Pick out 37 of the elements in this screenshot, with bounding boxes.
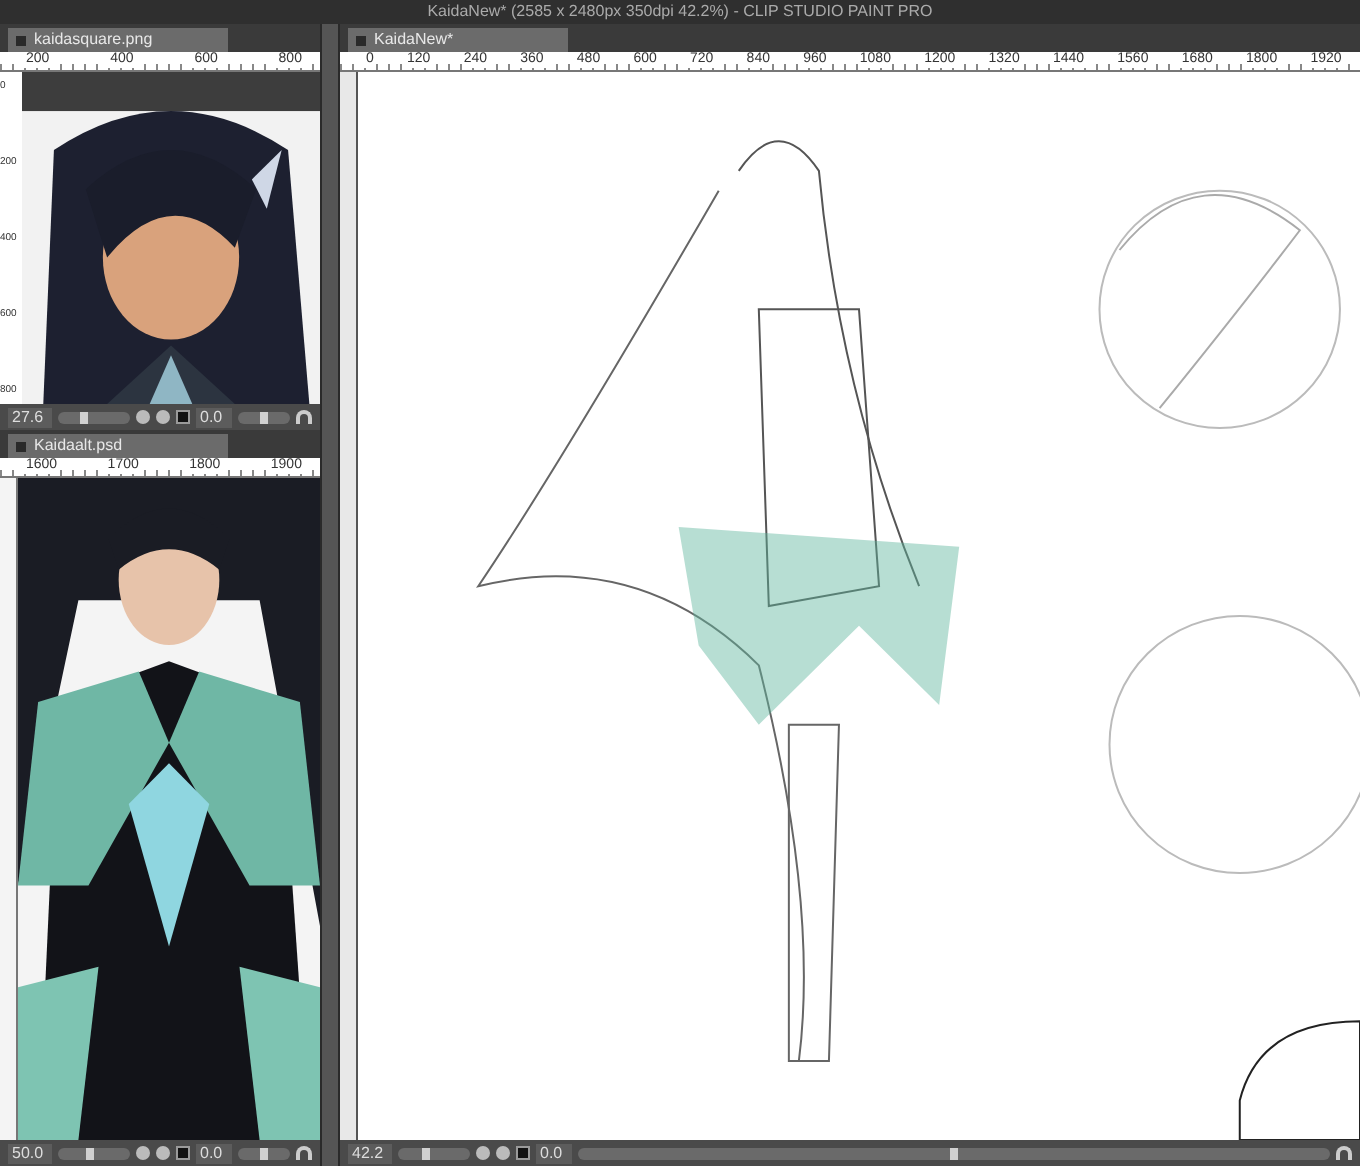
slider-thumb[interactable] xyxy=(260,1147,268,1159)
zoom-in-icon[interactable] xyxy=(156,1146,170,1160)
close-icon[interactable] xyxy=(16,441,26,451)
zoom-out-icon[interactable] xyxy=(476,1146,490,1160)
slider-thumb[interactable] xyxy=(422,1147,431,1159)
rotate-slider[interactable] xyxy=(238,1147,290,1159)
document-tab[interactable]: KaidaNew* xyxy=(348,28,568,52)
fit-icon[interactable] xyxy=(176,1146,190,1160)
document-tab[interactable]: Kaidaalt.psd xyxy=(8,434,228,458)
rotate-icon[interactable] xyxy=(1336,1146,1352,1160)
slider-thumb[interactable] xyxy=(950,1147,958,1159)
zoom-out-icon[interactable] xyxy=(136,1146,150,1160)
close-icon[interactable] xyxy=(16,35,26,45)
slider-thumb[interactable] xyxy=(86,1147,95,1159)
zoom-in-icon[interactable] xyxy=(156,410,170,424)
fit-icon[interactable] xyxy=(176,410,190,424)
window-title: KaidaNew* (2585 x 2480px 350dpi 42.2%) - CLIP STUDIO PAINT PRO xyxy=(427,2,933,22)
zoom-slider[interactable] xyxy=(398,1147,470,1159)
zoom-slider[interactable] xyxy=(58,1147,130,1159)
rotate-slider[interactable] xyxy=(238,411,290,423)
angle-field[interactable]: 0.0 xyxy=(536,1143,572,1163)
zoom-in-icon[interactable] xyxy=(496,1146,510,1160)
rotate-icon[interactable] xyxy=(296,1146,312,1160)
angle-field[interactable]: 0.0 xyxy=(196,1143,232,1163)
zoom-field[interactable]: 42.2 xyxy=(348,1143,392,1163)
fit-icon[interactable] xyxy=(516,1146,530,1160)
zoom-field[interactable]: 50.0 xyxy=(8,1143,52,1163)
zoom-slider[interactable] xyxy=(58,411,130,423)
zoom-out-icon[interactable] xyxy=(136,410,150,424)
zoom-field[interactable]: 27.6 xyxy=(8,407,52,427)
document-tab[interactable]: kaidasquare.png xyxy=(8,28,228,52)
slider-thumb[interactable] xyxy=(79,411,88,423)
angle-field[interactable]: 0.0 xyxy=(196,407,232,427)
close-icon[interactable] xyxy=(356,35,366,45)
slider-thumb[interactable] xyxy=(260,411,268,423)
rotate-icon[interactable] xyxy=(296,410,312,424)
rotate-slider[interactable] xyxy=(578,1147,1330,1159)
